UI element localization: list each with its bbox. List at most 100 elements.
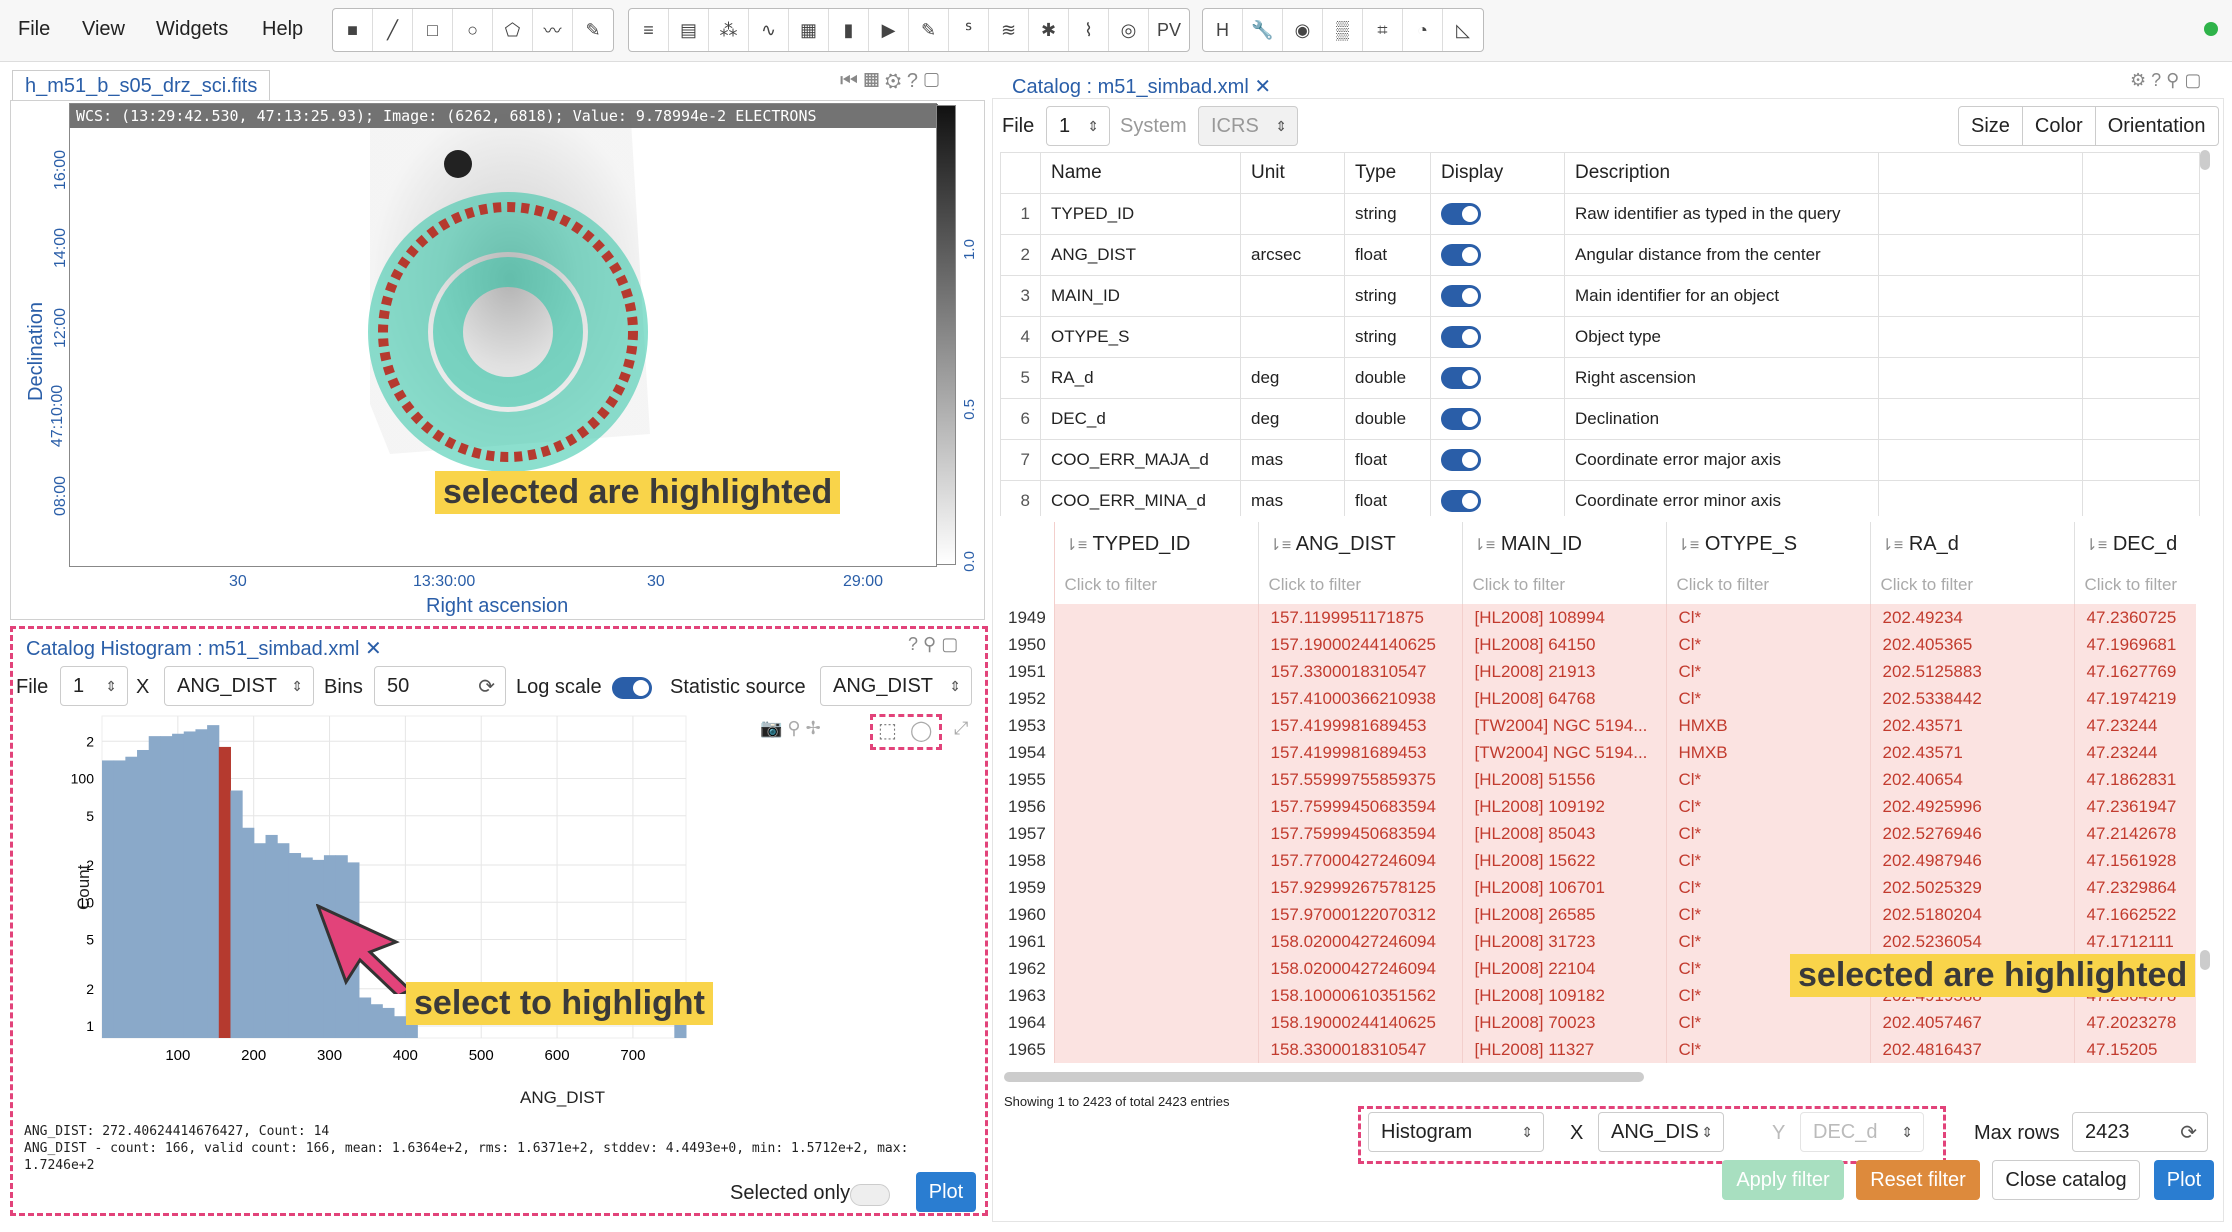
analysis-tool-icon[interactable]: ≋ <box>989 9 1029 51</box>
display-toggle[interactable] <box>1441 408 1481 430</box>
analysis-tool-icon[interactable]: PV <box>1149 9 1189 51</box>
region-tool-icon[interactable]: ✎ <box>573 9 613 51</box>
menu-widgets[interactable]: Widgets <box>156 18 228 41</box>
histogram-bar[interactable] <box>288 853 302 1038</box>
misc-tool-icon[interactable]: H <box>1203 9 1243 51</box>
display-toggle[interactable] <box>1441 449 1481 471</box>
column-row[interactable]: 5 RA_d deg double Right ascension <box>1000 357 2200 399</box>
region-tool-icon[interactable]: 〰 <box>533 9 573 51</box>
analysis-tool-icon[interactable]: ▮ <box>829 9 869 51</box>
sort-icon[interactable]: ⇂≡ <box>1065 537 1088 554</box>
close-icon[interactable]: ✕ <box>1254 76 1271 98</box>
display-toggle[interactable] <box>1441 367 1481 389</box>
histogram-bar[interactable] <box>148 736 161 1038</box>
histogram-bar[interactable] <box>265 834 278 1038</box>
bins-input[interactable]: 50 ⟳ <box>374 666 506 706</box>
column-row[interactable]: 3 MAIN_ID string Main identifier for an … <box>1000 275 2200 317</box>
misc-tool-icon[interactable]: 🔧 <box>1243 9 1283 51</box>
close-catalog-button[interactable]: Close catalog <box>1992 1160 2140 1200</box>
analysis-tool-icon[interactable]: ▤ <box>669 9 709 51</box>
tab-image[interactable]: h_m51_b_s05_drz_sci.fits <box>12 70 271 100</box>
analysis-tool-icon[interactable]: ⁂ <box>709 9 749 51</box>
analysis-tool-icon[interactable]: ≡ <box>629 9 669 51</box>
histogram-bar[interactable] <box>253 843 267 1038</box>
column-row[interactable]: 4 OTYPE_S string Object type <box>1000 316 2200 358</box>
column-filter-input[interactable]: Click to filter <box>1054 566 1259 604</box>
region-tool-icon[interactable]: ⬠ <box>493 9 533 51</box>
data-col-header[interactable]: ⇂≡ RA_d <box>1870 522 2075 566</box>
log-scale-toggle[interactable] <box>612 677 652 699</box>
col-header[interactable]: Unit <box>1240 152 1345 194</box>
tab-catalog[interactable]: Catalog : m51_simbad.xml ✕ <box>1000 70 1284 100</box>
column-row[interactable]: 1 TYPED_ID string Raw identifier as type… <box>1000 193 2200 235</box>
column-row[interactable]: 8 COO_ERR_MINA_d mas float Coordinate er… <box>1000 480 2200 516</box>
histogram-bar[interactable] <box>230 790 243 1038</box>
apply-filter-button[interactable]: Apply filter <box>1722 1160 1844 1200</box>
data-col-header[interactable]: ⇂≡ DEC_d <box>2074 522 2196 566</box>
analysis-tool-icon[interactable]: ✱ <box>1029 9 1069 51</box>
horizontal-scrollbar[interactable] <box>1004 1072 1644 1082</box>
cat-file-select[interactable]: 1 ⇕ <box>1046 106 1110 146</box>
histogram-bar[interactable] <box>300 857 313 1038</box>
column-row[interactable]: 6 DEC_d deg double Declination <box>1000 398 2200 440</box>
display-toggle[interactable] <box>1441 203 1481 225</box>
histogram-bar[interactable] <box>183 731 196 1038</box>
selected-only-toggle[interactable] <box>850 1184 890 1206</box>
y-column-select[interactable]: DEC_d ⇕ <box>1800 1112 1924 1152</box>
histogram-bar[interactable] <box>358 997 372 1038</box>
table-row[interactable]: 1956 157.75999450683594 [HL2008] 109192 Cl*… <box>1000 793 2196 820</box>
x-column-select[interactable]: ANG_DIS ⇕ <box>1598 1112 1724 1152</box>
misc-tool-icon[interactable]: ◺ <box>1443 9 1483 51</box>
sort-icon[interactable]: ⇂≡ <box>1677 537 1700 554</box>
table-row[interactable]: 1961 158.02000427246094 [HL2008] 31723 Cl* 2… <box>1000 928 2196 955</box>
histogram-bar[interactable] <box>113 760 126 1038</box>
misc-tool-icon[interactable]: ◔ <box>1403 9 1443 51</box>
sort-icon[interactable]: ⇂≡ <box>1881 537 1904 554</box>
column-filter-input[interactable]: Click to filter <box>1258 566 1463 604</box>
hist-plot-button[interactable]: Plot <box>916 1172 976 1212</box>
histogram-bar[interactable] <box>382 1007 395 1038</box>
refresh-icon[interactable]: ⟳ <box>2180 1120 2197 1145</box>
close-icon[interactable]: ✕ <box>365 638 382 660</box>
catalog-plot-button[interactable]: Plot <box>2154 1160 2214 1200</box>
region-tool-icon[interactable]: ╱ <box>373 9 413 51</box>
refresh-icon[interactable]: ⟳ <box>478 674 495 699</box>
analysis-tool-icon[interactable]: ◎ <box>1109 9 1149 51</box>
histogram-bar[interactable] <box>277 843 290 1038</box>
menu-view[interactable]: View <box>82 18 125 41</box>
table-row[interactable]: 1960 157.97000122070312 [HL2008] 26585 Cl* 2… <box>1000 901 2196 928</box>
analysis-tool-icon[interactable]: ᔆ <box>949 9 989 51</box>
table-row[interactable]: 1959 157.92999267578125 [HL2008] 106701 Cl*… <box>1000 874 2196 901</box>
display-toggle[interactable] <box>1441 285 1481 307</box>
col-header[interactable]: Type <box>1344 152 1431 194</box>
table-row[interactable]: 1953 157.4199981689453 [TW2004] NGC 5194..… <box>1000 712 2196 739</box>
histogram-bar[interactable] <box>137 749 150 1038</box>
table-row[interactable]: 1952 157.41000366210938 [HL2008] 64768 Cl* 2… <box>1000 685 2196 712</box>
column-row[interactable]: 2 ANG_DIST arcsec float Angular distance… <box>1000 234 2200 276</box>
reset-filter-button[interactable]: Reset filter <box>1856 1160 1980 1200</box>
table-row[interactable]: 1964 158.19000244140625 [HL2008] 70023 Cl* 2… <box>1000 1009 2196 1036</box>
table-row[interactable]: 1955 157.55999755859375 [HL2008] 51556 Cl* 2… <box>1000 766 2196 793</box>
sort-icon[interactable]: ⇂≡ <box>1269 537 1292 554</box>
x-select[interactable]: ANG_DIST ⇕ <box>164 666 314 706</box>
table-row[interactable]: 1949 157.1199951171875 [HL2008] 108994 Cl* 2… <box>1000 604 2196 631</box>
size-button[interactable]: Size <box>1959 107 2023 145</box>
display-toggle[interactable] <box>1441 326 1481 348</box>
scrollbar[interactable] <box>2200 950 2210 970</box>
col-header[interactable]: Display <box>1430 152 1565 194</box>
table-row[interactable]: 1954 157.4199981689453 [TW2004] NGC 5194..… <box>1000 739 2196 766</box>
system-select[interactable]: ICRS ⇕ <box>1198 106 1298 146</box>
display-toggle[interactable] <box>1441 490 1481 512</box>
display-toggle[interactable] <box>1441 244 1481 266</box>
col-header[interactable]: Name <box>1040 152 1241 194</box>
table-row[interactable]: 1951 157.3300018310547 [HL2008] 21913 Cl* 20… <box>1000 658 2196 685</box>
histogram-bar[interactable] <box>370 1004 383 1038</box>
histogram-bar[interactable] <box>160 736 173 1038</box>
data-col-header[interactable]: ⇂≡ ANG_DIST <box>1258 522 1463 566</box>
region-tool-icon[interactable]: □ <box>413 9 453 51</box>
data-col-header[interactable]: ⇂≡ TYPED_ID <box>1054 522 1259 566</box>
table-row[interactable]: 1958 157.77000427246094 [HL2008] 15622 Cl* 2… <box>1000 847 2196 874</box>
histogram-chart[interactable]: 100 200 300 400 500 600 70012510251002 <box>60 712 980 1112</box>
col-header[interactable]: Description <box>1564 152 1879 194</box>
histogram-bar[interactable] <box>102 760 115 1038</box>
